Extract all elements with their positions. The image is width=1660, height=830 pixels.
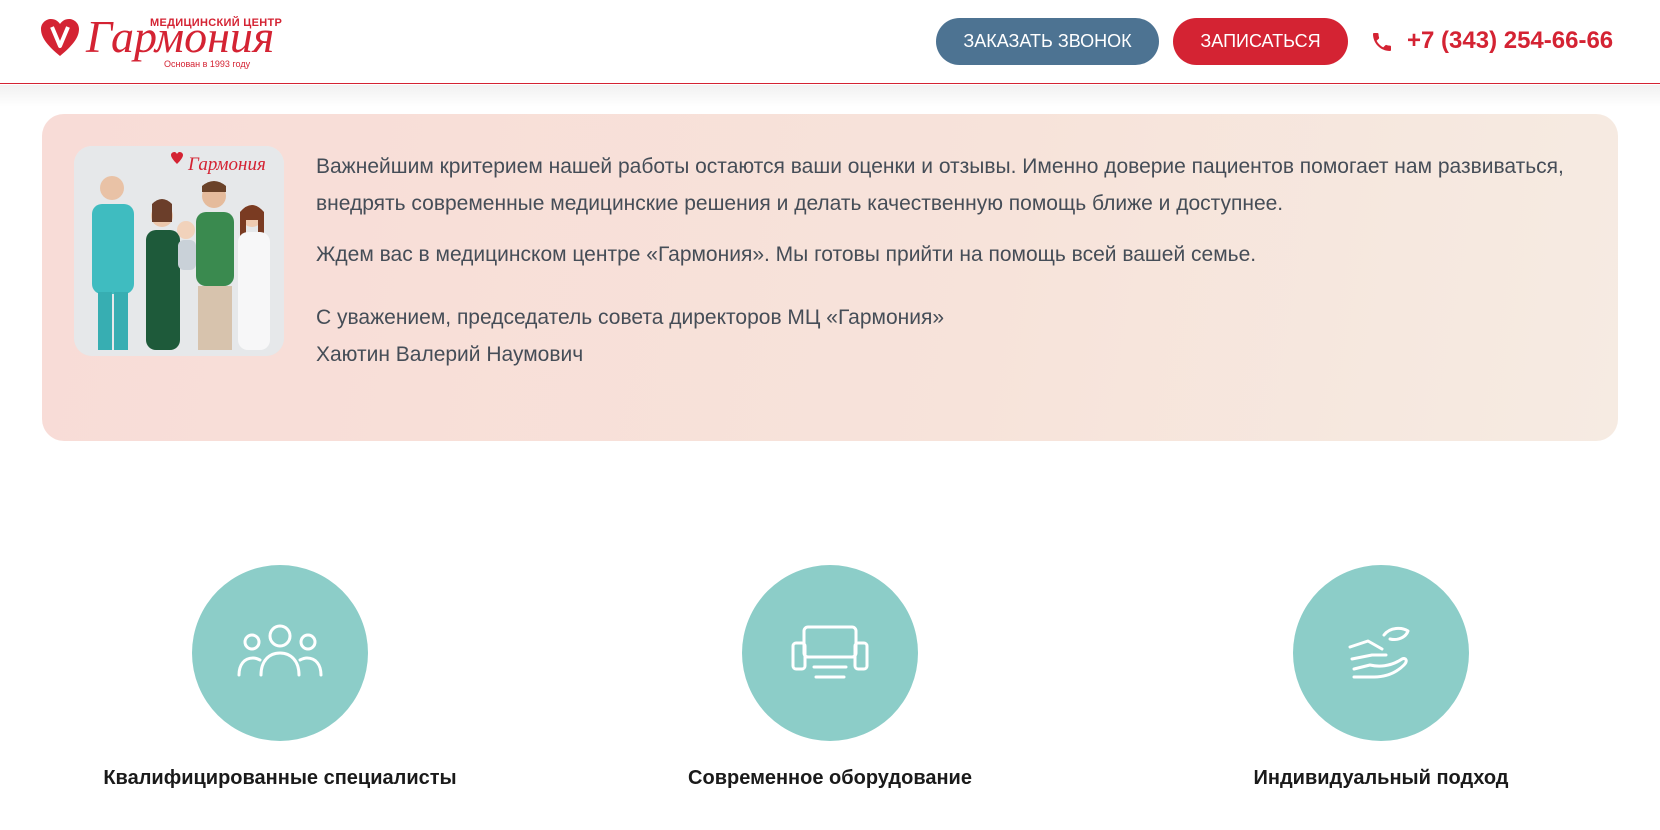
signature: С уважением, председатель совета директо… — [316, 299, 1586, 373]
order-call-button[interactable]: ЗАКАЗАТЬ ЗВОНОК — [936, 18, 1159, 65]
feature-circle — [1293, 565, 1469, 741]
signup-button[interactable]: ЗАПИСАТЬСЯ — [1173, 18, 1348, 65]
signature-title: С уважением, председатель совета директо… — [316, 306, 945, 329]
family-photo: Гармония — [74, 146, 284, 356]
heart-logo-icon — [41, 19, 79, 56]
header-shadow — [0, 85, 1660, 107]
feature-individual: Индивидуальный подход — [1171, 565, 1591, 792]
phone-icon — [1373, 33, 1391, 51]
feature-label: Индивидуальный подход — [1253, 767, 1509, 789]
logo-name: Гармония — [86, 11, 275, 62]
message-paragraph: Ждем вас в медицинском центре «Гармония»… — [316, 243, 1257, 266]
hand-care-icon — [1348, 626, 1410, 679]
message-paragraph: Важнейшим критерием нашей работы остаютс… — [316, 155, 1564, 215]
family-photo-illustration: Гармония — [74, 146, 284, 356]
signature-name: Хаютин Валерий Наумович — [316, 343, 584, 366]
feature-circle — [742, 565, 918, 741]
feature-label: Современное оборудование — [688, 767, 972, 789]
feature-circle — [192, 565, 368, 741]
feature-equipment: Современное оборудование — [620, 565, 1040, 792]
photo-logo-text: Гармония — [187, 154, 266, 175]
feature-label: Квалифицированные специалисты — [103, 767, 457, 789]
equipment-icon — [791, 625, 869, 679]
people-icon — [237, 624, 323, 677]
message-text: Важнейшим критерием нашей работы остаютс… — [316, 148, 1586, 373]
feature-specialists: Квалифицированные специалисты — [70, 565, 490, 792]
director-message-card: Гармония Важнейшим критерием нашей работ… — [42, 114, 1618, 441]
logo-subtitle: Основан в 1993 году — [164, 59, 251, 69]
site-header: МЕДИЦИНСКИЙ ЦЕНТР Гармония Основан в 199… — [0, 0, 1660, 84]
phone-link[interactable]: +7 (343) 254-66-66 — [1407, 27, 1613, 55]
logo[interactable]: МЕДИЦИНСКИЙ ЦЕНТР Гармония Основан в 199… — [40, 14, 290, 72]
